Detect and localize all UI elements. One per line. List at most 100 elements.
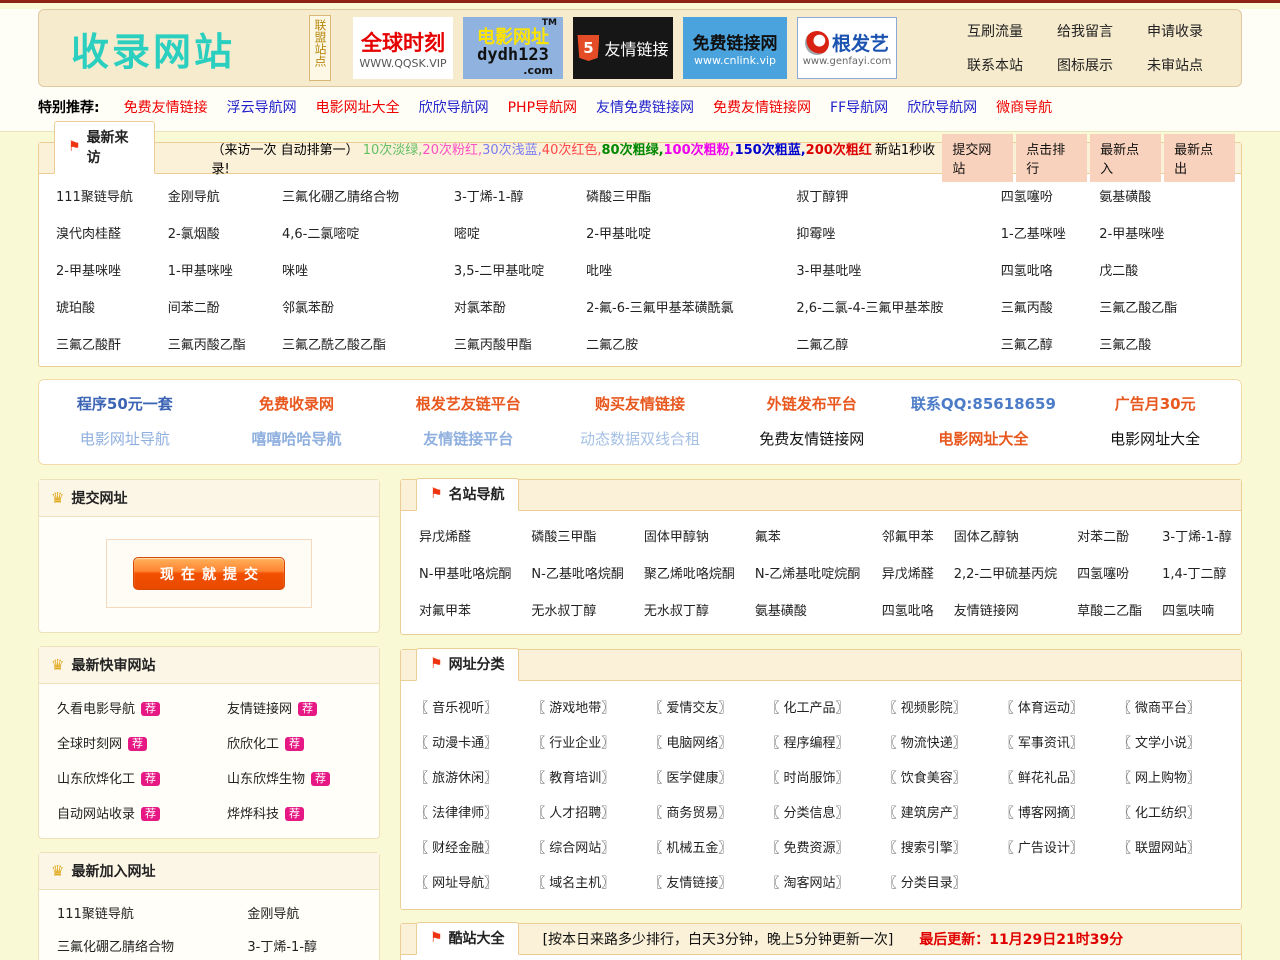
category-link[interactable]: 〖 化工产品〗 (766, 701, 848, 716)
visitor-site-link[interactable]: 3-甲基吡唑 (796, 264, 861, 279)
visitor-site-link[interactable]: 三氟乙酸 (1099, 338, 1151, 353)
visitor-site-link[interactable]: 三氟乙醇 (1001, 338, 1053, 353)
visitor-site-link[interactable]: 四氢噻吩 (1001, 190, 1053, 205)
visitor-site-link[interactable]: 2-甲基咪唑 (1099, 227, 1164, 242)
visitor-site-link[interactable]: 2-氯烟酸 (168, 227, 220, 242)
category-link[interactable]: 〖 建筑房产〗 (884, 806, 966, 821)
category-link[interactable]: 〖 机械五金〗 (649, 841, 731, 856)
visitor-site-link[interactable]: 金刚导航 (168, 190, 220, 205)
category-link[interactable]: 〖 爱情交友〗 (649, 701, 731, 716)
submit-now-button[interactable]: 现在就提交 (133, 557, 285, 590)
visitor-site-link[interactable]: 2-氟-6-三氟甲基苯磺酰氯 (586, 301, 734, 316)
recommend-link[interactable]: 欣欣导航网 (907, 100, 977, 116)
famous-site-link[interactable]: N-乙烯基吡啶烷酮 (755, 567, 860, 582)
category-link[interactable]: 〖 博客网摘〗 (1001, 806, 1083, 821)
famous-site-link[interactable]: 氟苯 (755, 530, 781, 545)
visitor-site-link[interactable]: 1-乙基咪唑 (1001, 227, 1066, 242)
famous-site-link[interactable]: 异戊烯醛 (419, 530, 471, 545)
famous-site-link[interactable]: 异戊烯醛 (882, 567, 934, 582)
category-link[interactable]: 〖 商务贸易〗 (649, 806, 731, 821)
famous-site-link[interactable]: 对苯二酚 (1077, 530, 1129, 545)
famous-site-link[interactable]: 无水叔丁醇 (531, 604, 596, 619)
promo-link[interactable]: 免费友情链接网 (759, 430, 864, 448)
fast-review-link[interactable]: 烨烨科技 (227, 807, 279, 822)
category-link[interactable]: 〖 体育运动〗 (1001, 701, 1083, 716)
famous-site-link[interactable]: 聚乙烯吡咯烷酮 (644, 567, 735, 582)
category-link[interactable]: 〖 人才招聘〗 (532, 806, 614, 821)
visitors-action-button[interactable]: 提交网站 (942, 134, 1013, 182)
famous-site-link[interactable]: 氨基磺酸 (755, 604, 807, 619)
famous-site-link[interactable]: 四氢吡咯 (882, 604, 934, 619)
visitor-site-link[interactable]: 磷酸三甲酯 (586, 190, 651, 205)
category-link[interactable]: 〖 视频影院〗 (884, 701, 966, 716)
visitor-site-link[interactable]: 抑霉唑 (796, 227, 835, 242)
famous-site-link[interactable]: 3-丁烯-1-醇 (1162, 530, 1232, 545)
newly-added-link[interactable]: 金刚导航 (247, 907, 299, 922)
visitor-site-link[interactable]: 三氟丙酸乙酯 (168, 338, 246, 353)
visitor-site-link[interactable]: 三氟化硼乙腈络合物 (282, 190, 399, 205)
famous-site-link[interactable]: 草酸二乙酯 (1077, 604, 1142, 619)
newly-added-link[interactable]: 三氟化硼乙腈络合物 (57, 940, 174, 955)
category-link[interactable]: 〖 搜索引擎〗 (884, 841, 966, 856)
category-link[interactable]: 〖 程序编程〗 (766, 736, 848, 751)
promo-link[interactable]: 根发艺友链平台 (416, 395, 521, 413)
category-link[interactable]: 〖 分类目录〗 (884, 876, 966, 891)
category-link[interactable]: 〖 友情链接〗 (649, 876, 731, 891)
famous-site-link[interactable]: 四氢呋喃 (1162, 604, 1214, 619)
category-link[interactable]: 〖 法律律师〗 (415, 806, 497, 821)
famous-site-link[interactable]: N-甲基吡咯烷酮 (419, 567, 511, 582)
famous-site-link[interactable]: 磷酸三甲酯 (531, 530, 596, 545)
category-link[interactable]: 〖 教育培训〗 (532, 771, 614, 786)
banner-qqsk[interactable]: 全球时刻 WWW.QQSK.VIP (353, 17, 453, 79)
visitor-site-link[interactable]: 3-丁烯-1-醇 (454, 190, 524, 205)
famous-site-link[interactable]: 无水叔丁醇 (644, 604, 709, 619)
visitor-site-link[interactable]: 溴代肉桂醛 (56, 227, 121, 242)
category-link[interactable]: 〖 军事资讯〗 (1001, 736, 1083, 751)
visitors-action-button[interactable]: 最新点入 (1090, 134, 1161, 182)
category-link[interactable]: 〖 网址导航〗 (415, 876, 497, 891)
visitor-site-link[interactable]: 4,6-二氯嘧啶 (282, 227, 359, 242)
category-link[interactable]: 〖 网上购物〗 (1118, 771, 1200, 786)
category-link[interactable]: 〖 免费资源〗 (766, 841, 848, 856)
visitor-site-link[interactable]: 咪唑 (282, 264, 308, 279)
fast-review-link[interactable]: 欣欣化工 (227, 737, 279, 752)
category-link[interactable]: 〖 时尚服饰〗 (766, 771, 848, 786)
famous-site-link[interactable]: 友情链接网 (954, 604, 1019, 619)
famous-site-link[interactable]: 邻氟甲苯 (882, 530, 934, 545)
header-nav-link[interactable]: 给我留言 (1057, 21, 1113, 41)
tab-famous-sites[interactable]: ⚑名站导航 (416, 478, 519, 511)
visitor-site-link[interactable]: 三氟丙酸甲酯 (454, 338, 532, 353)
visitor-site-link[interactable]: 间苯二酚 (168, 301, 220, 316)
tab-cool-sites[interactable]: ⚑酷站大全 (416, 922, 519, 955)
visitor-site-link[interactable]: 嘧啶 (454, 227, 480, 242)
banner-cnlink[interactable]: 免费链接网 www.cnlink.vip (683, 17, 787, 79)
category-link[interactable]: 〖 文学小说〗 (1118, 736, 1200, 751)
header-nav-link[interactable]: 未审站点 (1147, 55, 1203, 75)
promo-link[interactable]: 外链发布平台 (767, 395, 857, 413)
recommend-link[interactable]: 浮云导航网 (227, 100, 297, 116)
famous-site-link[interactable]: N-乙基吡咯烷酮 (531, 567, 623, 582)
promo-link[interactable]: 电影网址导航 (80, 430, 170, 448)
famous-site-link[interactable]: 固体甲醇钠 (644, 530, 709, 545)
promo-link[interactable]: 联系QQ:85618659 (911, 395, 1056, 413)
recommend-link[interactable]: 友情免费链接网 (596, 100, 694, 116)
promo-link[interactable]: 电影网址大全 (938, 430, 1028, 448)
newly-added-link[interactable]: 3-丁烯-1-醇 (247, 940, 317, 955)
alliance-sites-link[interactable]: 联盟站点 (309, 15, 331, 81)
famous-site-link[interactable]: 1,4-丁二醇 (1162, 567, 1226, 582)
category-link[interactable]: 〖 微商平台〗 (1118, 701, 1200, 716)
fast-review-link[interactable]: 山东欣烨生物 (227, 772, 305, 787)
fast-review-link[interactable]: 友情链接网 (227, 702, 292, 717)
recommend-link[interactable]: 欣欣导航网 (419, 100, 489, 116)
category-link[interactable]: 〖 域名主机〗 (532, 876, 614, 891)
visitor-site-link[interactable]: 吡唑 (586, 264, 612, 279)
category-link[interactable]: 〖 分类信息〗 (766, 806, 848, 821)
banner-dydh[interactable]: TM 电影网址 dydh123 .com (463, 17, 563, 79)
banner-html5-links[interactable]: 5 友情链接 (573, 17, 673, 79)
visitor-site-link[interactable]: 邻氯苯酚 (282, 301, 334, 316)
visitor-site-link[interactable]: 3,5-二甲基吡啶 (454, 264, 544, 279)
visitor-site-link[interactable]: 二氟乙醇 (796, 338, 848, 353)
promo-link[interactable]: 电影网址大全 (1110, 430, 1200, 448)
promo-link[interactable]: 动态数据双线合租 (580, 430, 700, 448)
famous-site-link[interactable]: 2,2-二甲硫基丙烷 (954, 567, 1057, 582)
